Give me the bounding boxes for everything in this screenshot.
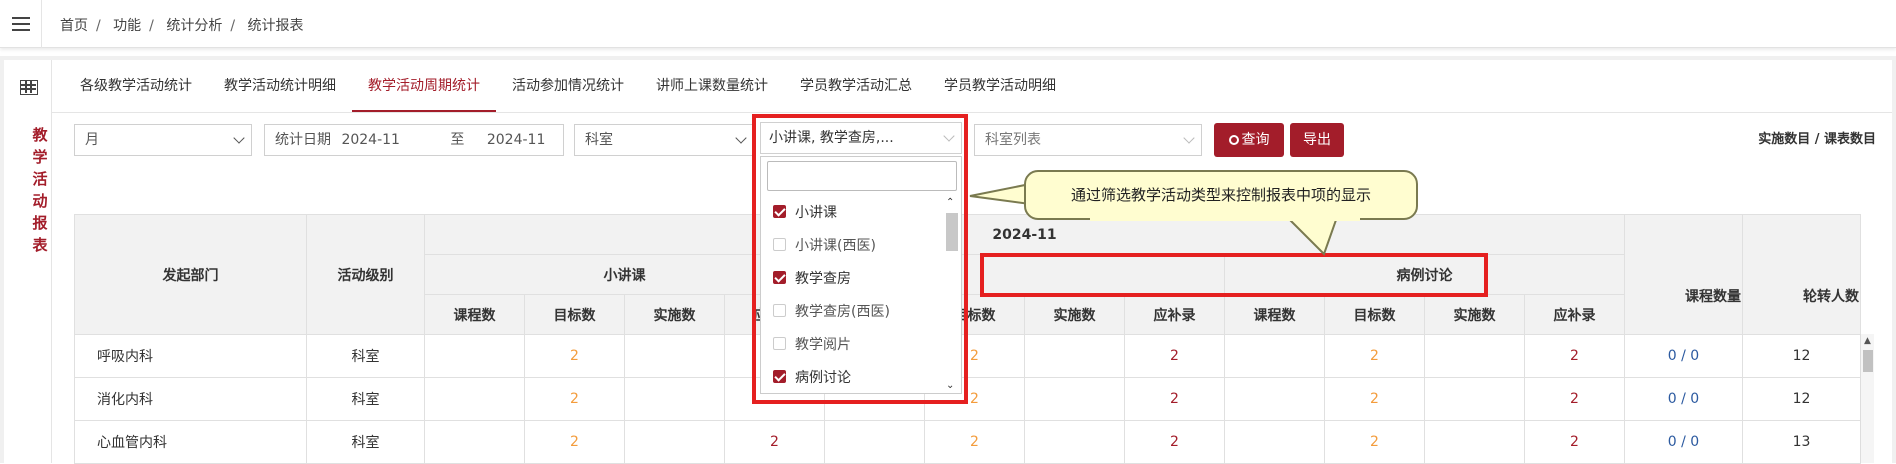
table-row: 心血管内科 科室 22 22 22 0 / 0 13: [74, 420, 1861, 464]
highlight-dropdown: [752, 114, 968, 404]
sub-col: 实施数: [1424, 294, 1525, 335]
sub-col: 课程数: [1224, 294, 1325, 335]
tab-lecturer-count[interactable]: 讲师上课数量统计: [640, 60, 784, 112]
scroll-up-icon[interactable]: ▲: [1864, 336, 1871, 346]
table-grid-icon: [20, 80, 38, 95]
callout-tooltip: 通过筛选教学活动类型来控制报表中项的显示: [1024, 170, 1418, 220]
sub-col: 课程数: [424, 294, 525, 335]
header-dept: 发起部门: [74, 214, 307, 335]
table-scrollbar[interactable]: ▲: [1860, 334, 1874, 463]
header-course-count: 课程数量: [1685, 289, 1741, 305]
breadcrumb-function[interactable]: 功能: [113, 18, 141, 34]
export-button[interactable]: 导出: [1290, 123, 1344, 157]
breadcrumb-report: 统计报表: [247, 18, 304, 34]
room-list-select[interactable]: 科室列表: [974, 124, 1202, 156]
tab-level-stats[interactable]: 各级教学活动统计: [64, 60, 208, 112]
chevron-down-icon: [1183, 132, 1195, 144]
top-bar: 首页 / 功能 / 统计分析 / 统计报表: [0, 0, 1896, 48]
chevron-down-icon: [233, 132, 245, 144]
query-button[interactable]: 查询: [1214, 123, 1284, 157]
sub-col: 目标数: [1324, 294, 1425, 335]
hamburger-menu-icon[interactable]: [0, 0, 42, 48]
breadcrumb: 首页 / 功能 / 统计分析 / 统计报表: [60, 18, 304, 34]
sub-col: 应补录: [1524, 294, 1625, 335]
tab-detail-stats[interactable]: 教学活动统计明细: [208, 60, 352, 112]
unit-note: 实施数目 / 课表数目: [1758, 132, 1876, 147]
side-rail: 教 学 活 动 报 表: [4, 60, 52, 463]
breadcrumb-stats[interactable]: 统计分析: [166, 18, 222, 34]
sub-col: 实施数: [624, 294, 725, 335]
report-tabs: 各级教学活动统计 教学活动统计明细 教学活动周期统计 活动参加情况统计 讲师上课…: [64, 60, 1072, 112]
sub-col: 实施数: [1024, 294, 1125, 335]
scroll-thumb[interactable]: [1863, 350, 1873, 372]
rail-title: 教 学 活 动 报 表: [32, 126, 48, 254]
breadcrumb-home[interactable]: 首页: [60, 18, 88, 34]
sub-col: 应补录: [1124, 294, 1225, 335]
tab-period-stats[interactable]: 教学活动周期统计: [352, 60, 496, 112]
dept-level-select[interactable]: 科室: [574, 124, 754, 156]
search-icon: [1228, 135, 1239, 145]
header-level: 活动级别: [306, 214, 425, 335]
chevron-down-icon: [735, 132, 747, 144]
date-range-field[interactable]: 统计日期 2024-11 至 2024-11: [264, 124, 564, 156]
tab-student-detail[interactable]: 学员教学活动明细: [928, 60, 1072, 112]
date-from[interactable]: 2024-11: [341, 132, 400, 148]
tab-student-summary[interactable]: 学员教学活动汇总: [784, 60, 928, 112]
tab-participation[interactable]: 活动参加情况统计: [496, 60, 640, 112]
date-to[interactable]: 2024-11: [487, 132, 546, 148]
period-select[interactable]: 月: [74, 124, 252, 156]
sub-col: 目标数: [524, 294, 625, 335]
header-rotation: 轮转人数: [1803, 289, 1859, 305]
